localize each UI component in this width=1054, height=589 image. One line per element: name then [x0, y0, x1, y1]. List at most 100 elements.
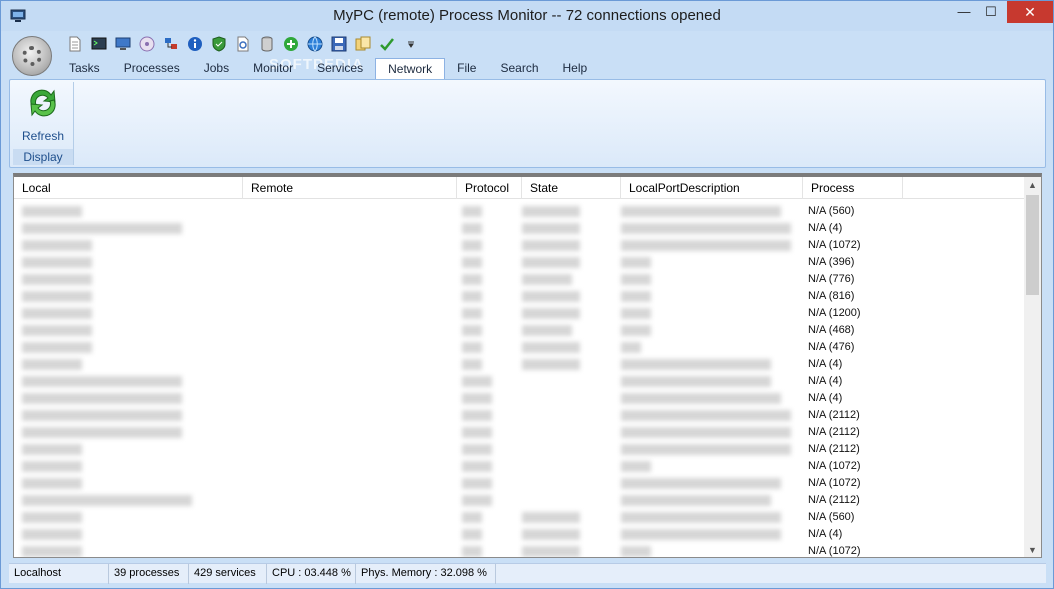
- table-row[interactable]: N/A (560): [14, 509, 1025, 526]
- minimize-button[interactable]: —: [951, 1, 977, 23]
- table-row[interactable]: N/A (776): [14, 271, 1025, 288]
- redacted-cell: [462, 427, 492, 438]
- tab-network[interactable]: Network: [375, 58, 446, 80]
- vertical-scrollbar[interactable]: ▲ ▼: [1024, 177, 1041, 557]
- redacted-cell: [462, 461, 492, 472]
- redacted-cell: [22, 461, 82, 472]
- close-button[interactable]: ✕: [1007, 1, 1053, 23]
- process-cell: N/A (1072): [808, 239, 861, 251]
- new-doc-icon[interactable]: [65, 35, 84, 53]
- table-row[interactable]: N/A (2112): [14, 407, 1025, 424]
- window-title: MyPC (remote) Process Monitor -- 72 conn…: [333, 7, 721, 24]
- redacted-cell: [621, 546, 651, 557]
- disc-icon[interactable]: [137, 35, 156, 53]
- globe-icon[interactable]: [305, 35, 324, 53]
- table-row[interactable]: N/A (816): [14, 288, 1025, 305]
- table-row[interactable]: N/A (396): [14, 254, 1025, 271]
- table-row[interactable]: N/A (4): [14, 526, 1025, 543]
- redacted-cell: [462, 512, 482, 523]
- table-row[interactable]: N/A (1072): [14, 237, 1025, 254]
- table-row[interactable]: N/A (4): [14, 220, 1025, 237]
- redacted-cell: [462, 495, 492, 506]
- status-host: Localhost: [9, 564, 109, 584]
- column-protocol[interactable]: Protocol: [457, 177, 522, 199]
- table-row[interactable]: N/A (2112): [14, 441, 1025, 458]
- monitor-icon[interactable]: [113, 35, 132, 53]
- tab-services[interactable]: Services: [305, 58, 375, 80]
- column-local[interactable]: Local: [14, 177, 243, 199]
- tab-search[interactable]: Search: [488, 58, 550, 80]
- scroll-down-button[interactable]: ▼: [1024, 542, 1041, 557]
- table-row[interactable]: N/A (1200): [14, 305, 1025, 322]
- redacted-cell: [522, 342, 580, 353]
- terminal-icon[interactable]: [89, 35, 108, 53]
- redacted-cell: [462, 240, 482, 251]
- redacted-cell: [22, 291, 92, 302]
- database-icon[interactable]: [257, 35, 276, 53]
- shield-icon[interactable]: [209, 35, 228, 53]
- redacted-cell: [621, 223, 791, 234]
- add-icon[interactable]: [281, 35, 300, 53]
- redacted-cell: [621, 427, 791, 438]
- process-cell: N/A (4): [808, 392, 843, 404]
- connections-list[interactable]: Local Remote Protocol State LocalPortDes…: [13, 173, 1042, 558]
- redacted-cell: [621, 206, 781, 217]
- process-cell: N/A (396): [808, 256, 855, 268]
- process-cell: N/A (4): [808, 375, 843, 387]
- table-row[interactable]: N/A (1072): [14, 475, 1025, 492]
- table-row[interactable]: N/A (1072): [14, 543, 1025, 557]
- document-settings-icon[interactable]: [233, 35, 252, 53]
- info-icon[interactable]: [185, 35, 204, 53]
- process-cell: N/A (1072): [808, 545, 861, 557]
- table-row[interactable]: N/A (4): [14, 373, 1025, 390]
- folders-icon[interactable]: [353, 35, 372, 53]
- table-row[interactable]: N/A (4): [14, 356, 1025, 373]
- table-row[interactable]: N/A (2112): [14, 492, 1025, 509]
- tab-monitor[interactable]: Monitor: [241, 58, 305, 80]
- save-icon[interactable]: [329, 35, 348, 53]
- ribbon-tabs: Tasks Processes Jobs Monitor Services Network…: [57, 58, 599, 80]
- redacted-cell: [522, 223, 580, 234]
- application-menu-button[interactable]: [12, 36, 52, 76]
- checkmark-icon[interactable]: [377, 35, 396, 53]
- table-row[interactable]: N/A (4): [14, 390, 1025, 407]
- column-local-port-description[interactable]: LocalPortDescription: [621, 177, 803, 199]
- redacted-cell: [22, 274, 92, 285]
- display-group: Refresh Display: [13, 82, 74, 165]
- redacted-cell: [462, 223, 482, 234]
- network-users-icon[interactable]: [161, 35, 180, 53]
- column-remote[interactable]: Remote: [243, 177, 457, 199]
- table-row[interactable]: N/A (468): [14, 322, 1025, 339]
- column-state[interactable]: State: [522, 177, 621, 199]
- redacted-cell: [462, 308, 482, 319]
- maximize-button[interactable]: ☐: [978, 1, 1004, 23]
- tab-processes[interactable]: Processes: [112, 58, 192, 80]
- list-rows: N/A (560) N/A (4) N/A (1072) N/A (396) N/A (…: [14, 203, 1025, 557]
- column-process[interactable]: Process: [803, 177, 903, 199]
- tab-jobs[interactable]: Jobs: [192, 58, 241, 80]
- table-row[interactable]: N/A (476): [14, 339, 1025, 356]
- refresh-button[interactable]: Refresh: [14, 84, 72, 144]
- status-services: 429 services: [189, 564, 267, 584]
- redacted-cell: [621, 257, 651, 268]
- tab-file[interactable]: File: [445, 58, 488, 80]
- status-bar: Localhost 39 processes 429 services CPU …: [9, 563, 1046, 584]
- tab-help[interactable]: Help: [551, 58, 600, 80]
- ribbon-panel: Refresh Display: [9, 79, 1046, 168]
- redacted-cell: [462, 376, 492, 387]
- redacted-cell: [621, 478, 781, 489]
- dropdown-icon[interactable]: [401, 35, 420, 53]
- tab-tasks[interactable]: Tasks: [57, 58, 112, 80]
- redacted-cell: [621, 308, 651, 319]
- table-row[interactable]: N/A (2112): [14, 424, 1025, 441]
- table-row[interactable]: N/A (560): [14, 203, 1025, 220]
- redacted-cell: [462, 325, 482, 336]
- scroll-thumb[interactable]: [1026, 195, 1039, 295]
- redacted-cell: [462, 393, 492, 404]
- redacted-cell: [621, 529, 781, 540]
- redacted-cell: [22, 206, 82, 217]
- redacted-cell: [522, 257, 580, 268]
- table-row[interactable]: N/A (1072): [14, 458, 1025, 475]
- redacted-cell: [522, 206, 580, 217]
- scroll-up-button[interactable]: ▲: [1024, 177, 1041, 193]
